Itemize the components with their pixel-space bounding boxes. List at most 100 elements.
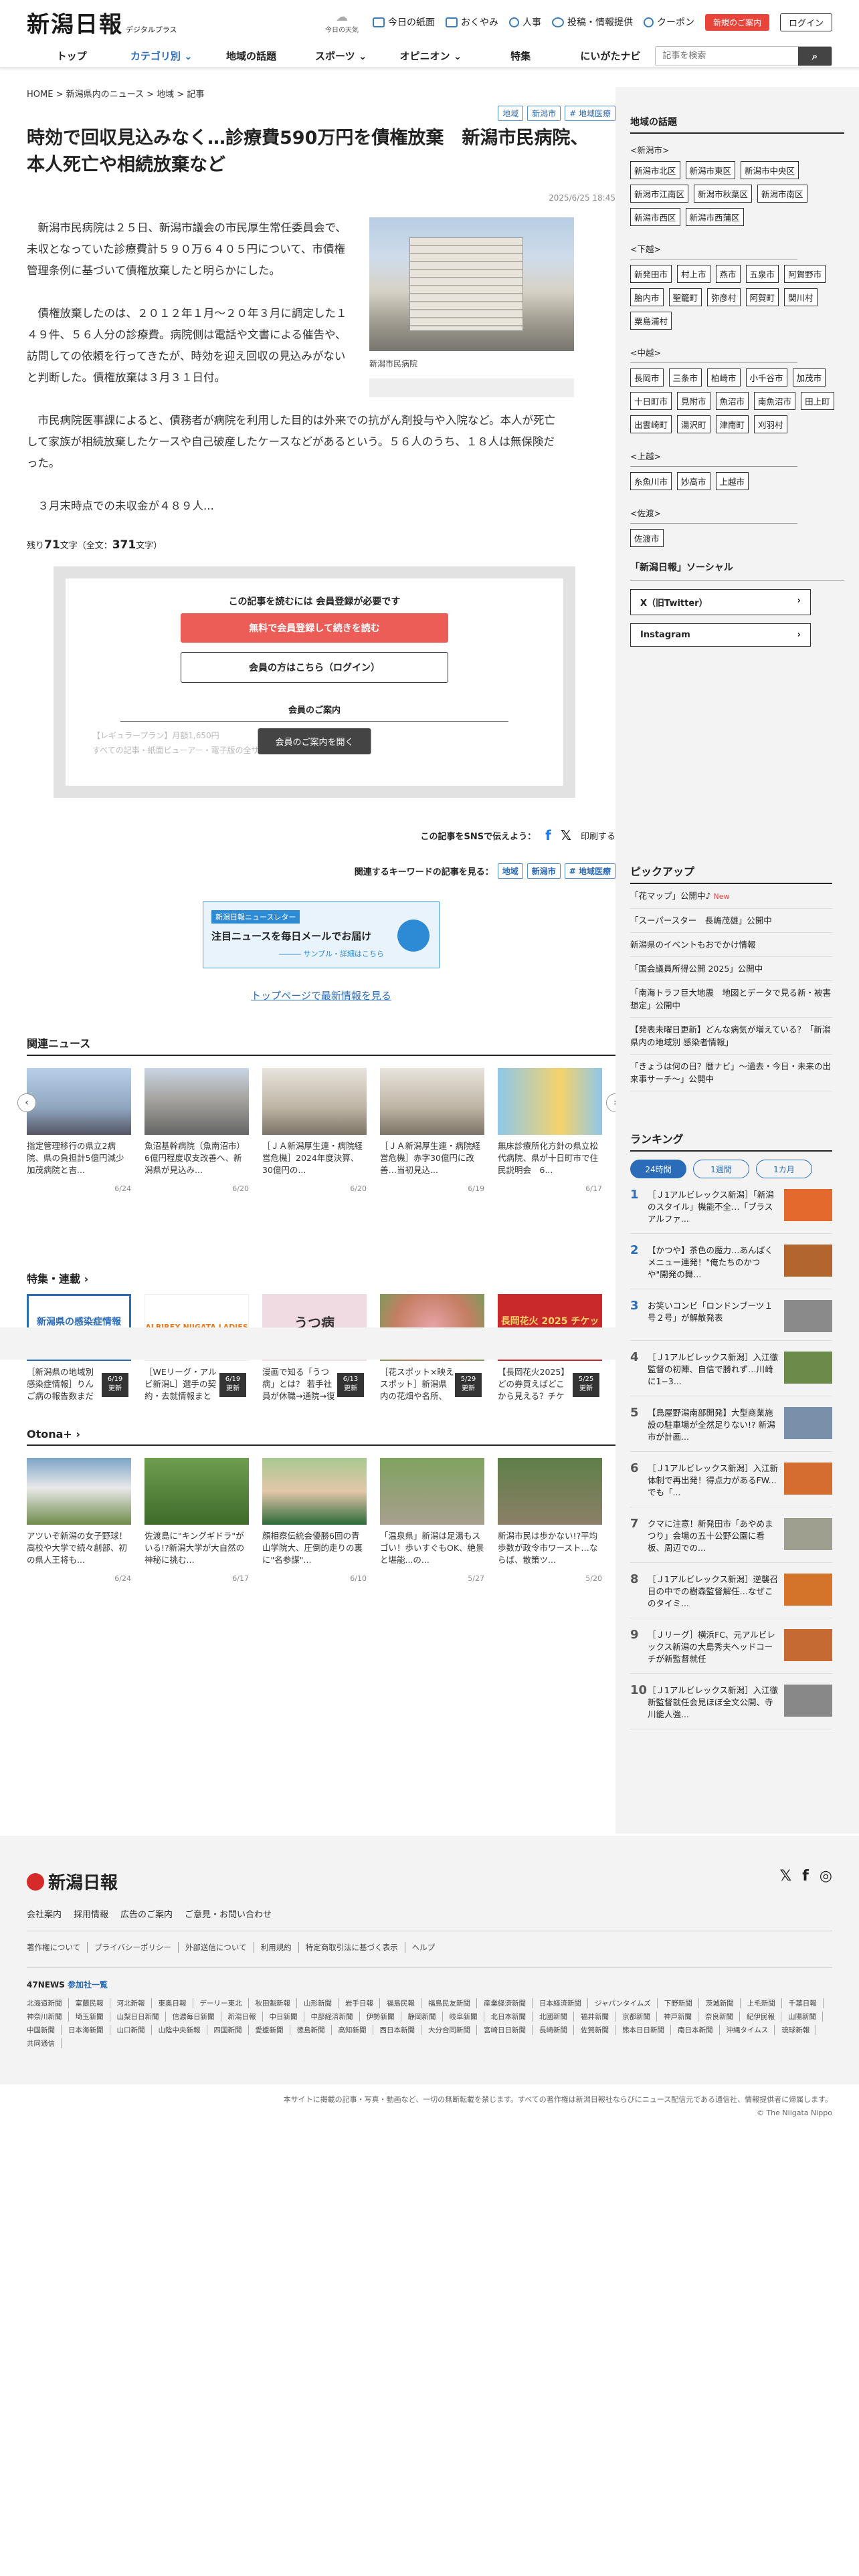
pickup-item[interactable]: 「国会議員所得公開 2025」公開中 [630, 957, 832, 981]
top-page-link[interactable]: トップページで最新情報を見る [27, 988, 615, 1002]
related-card[interactable]: ［ＪＡ新潟厚生連・病院経営危機］赤字30億円に改善…当初見込... 6/19 [380, 1068, 484, 1195]
footer-link[interactable]: 利用規約 [261, 1942, 299, 1953]
paper-link[interactable]: 京都新聞 [622, 2012, 657, 2022]
paper-link[interactable]: ジャパンタイムズ [595, 1998, 658, 2008]
paper-link[interactable]: 山形新聞 [304, 1998, 339, 2008]
nav-opinion[interactable]: オピニオン ⌄ [386, 49, 476, 63]
free-register-button[interactable]: 無料で会員登録して続きを読む [181, 613, 448, 643]
paper-link[interactable]: 熊本日日新聞 [622, 2025, 671, 2035]
footer-link[interactable]: 会社案内 [27, 1907, 62, 1920]
paper-link[interactable]: 西日本新聞 [380, 2025, 421, 2035]
region-chip[interactable]: 弥彦村 [707, 288, 741, 306]
region-chip[interactable]: 刈羽村 [754, 415, 787, 433]
region-chip[interactable]: 出雲崎町 [630, 415, 672, 433]
ranking-item[interactable]: 5 【鳥屋野潟南部開発】大型商業施設の駐車場が全然足りない!? 新潟市が計画... [630, 1407, 832, 1452]
region-chip[interactable]: 見附市 [677, 392, 710, 410]
region-chip[interactable]: 小千谷市 [745, 368, 787, 387]
pickup-item[interactable]: 「スーパースター 長嶋茂雄」公開中 [630, 909, 832, 933]
ranking-item[interactable]: 1 ［Ｊ1アルビレックス新潟］「新潟のスタイル」機能不全…「ブラスアルファ... [630, 1189, 832, 1234]
pickup-item[interactable]: 【発表未曜日更新】どんな病気が増えている？「新潟県内の地域別 感染者情報」 [630, 1018, 832, 1055]
print-link[interactable]: 印刷する [581, 829, 615, 842]
region-chip[interactable]: 柏崎市 [707, 368, 741, 387]
features-heading[interactable]: 特集・連載 › [27, 1270, 615, 1286]
nav-region[interactable]: 地域の話題 [206, 49, 296, 63]
ranking-item[interactable]: 9 ［Ｊリーグ］横浜FC、元アルビレックス新潟の大島秀夫ヘッドコーチが新監督就任 [630, 1629, 832, 1674]
region-chip[interactable]: 阿賀町 [745, 288, 779, 306]
paper-link[interactable]: 埼玉新聞 [76, 2012, 110, 2022]
region-chip[interactable]: 津南町 [715, 415, 749, 433]
paper-link[interactable]: 産業経済新聞 [484, 1998, 533, 2008]
region-chip[interactable]: 村上市 [677, 265, 710, 283]
crumb-home[interactable]: HOME [27, 90, 53, 100]
footer-link[interactable]: 採用情報 [74, 1907, 108, 1920]
paper-link[interactable]: 山口新聞 [117, 2025, 152, 2035]
paper-link[interactable]: 岩手日報 [345, 1998, 380, 2008]
region-chip[interactable]: 新潟市西区 [630, 208, 680, 226]
paper-link[interactable]: 高知新聞 [339, 2025, 373, 2035]
paper-link[interactable]: 愛媛新聞 [256, 2025, 290, 2035]
paper-link[interactable]: 山梨日日新聞 [117, 2012, 166, 2022]
nav-niigata-navi[interactable]: にいがたナビ [565, 49, 655, 63]
paper-link[interactable]: 福島民報 [387, 1998, 421, 2008]
paper-link[interactable]: 長崎新聞 [539, 2025, 574, 2035]
kw-region[interactable]: 地域 [497, 863, 523, 879]
nav-feature[interactable]: 特集 [476, 49, 565, 63]
participants-link[interactable]: 参加社一覧 [68, 1980, 108, 1990]
paper-link[interactable]: 秋田魁新報 [256, 1998, 297, 2008]
otona-card[interactable]: 顔相察伝統会優勝6回の青山学院大、圧倒的走りの裏に"名参謀"... 6/10 [262, 1458, 367, 1585]
region-chip[interactable]: 阿賀野市 [784, 265, 826, 283]
paper-link[interactable]: 共同通信 [27, 2038, 62, 2048]
tab-1month[interactable]: 1カ月 [756, 1160, 812, 1178]
region-chip[interactable]: 新潟市南区 [757, 185, 807, 203]
paper-link[interactable]: 静岡新聞 [408, 2012, 443, 2022]
footer-logo[interactable]: 新潟日報 [27, 1869, 832, 1894]
paper-link[interactable]: 紀伊民報 [747, 2012, 781, 2022]
login-button[interactable]: ログイン [779, 13, 832, 31]
paper-link[interactable]: 室蘭民報 [76, 1998, 110, 2008]
x-twitter-button[interactable]: X（旧Twitter） › [630, 589, 811, 615]
search-icon[interactable]: ⌕ [798, 46, 832, 66]
crumb-region[interactable]: 地域 [157, 90, 174, 100]
instagram-icon[interactable]: ◎ [820, 1868, 832, 1885]
region-chip[interactable]: 新潟市北区 [630, 161, 680, 179]
paper-link[interactable]: 北海道新聞 [27, 1998, 69, 2008]
footer-link[interactable]: ご意見・お問い合わせ [185, 1907, 272, 1920]
paper-link[interactable]: 伊勢新聞 [367, 2012, 401, 2022]
paper-link[interactable]: デーリー東北 [200, 1998, 249, 2008]
paper-link[interactable]: 中国新聞 [27, 2025, 62, 2035]
tab-24h[interactable]: 24時間 [630, 1160, 686, 1178]
member-login-button[interactable]: 会員の方はこちら（ログイン） [181, 652, 448, 683]
otona-card[interactable]: 「温泉県」新潟は足湯もスゴい！歩いすぐもOK、絶景と堪能...の... 5/27 [380, 1458, 484, 1585]
region-chip[interactable]: 燕市 [715, 265, 741, 283]
ranking-item[interactable]: 7 クマに注意！新発田市「あやめまつり」会場の五十公野公園に看板、周辺での... [630, 1518, 832, 1563]
otona-card[interactable]: 新潟市民は歩かない!?平均歩数が政令市ワースト…ならば、散策ツ... 5/20 [498, 1458, 602, 1585]
region-chip[interactable]: 粟島浦村 [630, 312, 672, 330]
search-input[interactable] [656, 46, 798, 66]
pickup-item[interactable]: 新潟県のイベントもおでかけ情報 [630, 933, 832, 957]
ranking-item[interactable]: 3 お笑いコンビ「ロンドンブーツ１号２号」が解散発表 [630, 1300, 832, 1341]
paper-link[interactable]: 神戸新聞 [664, 2012, 698, 2022]
region-chip[interactable]: 南魚沼市 [754, 392, 796, 410]
paper-link[interactable]: 沖縄タイムス [727, 2025, 775, 2035]
kw-medical[interactable]: # 地域医療 [564, 863, 615, 879]
otona-card[interactable]: アツいぞ新潟の女子野球！高校や大学で続々創部、初の県人王将も... 6/24 [27, 1458, 131, 1585]
footer-link[interactable]: 著作権について [27, 1942, 88, 1953]
nav-category[interactable]: カテゴリ別 ⌄ [116, 49, 206, 63]
header-link-coupon[interactable]: クーポン [643, 15, 694, 29]
region-chip[interactable]: 新潟市中央区 [741, 161, 799, 179]
facebook-icon[interactable]: f [545, 827, 551, 843]
header-link-personnel[interactable]: 人事 [508, 15, 541, 29]
paper-link[interactable]: 東奥日報 [159, 1998, 193, 2008]
kw-niigata-city[interactable]: 新潟市 [527, 863, 561, 879]
otona-card[interactable]: 佐渡島に"キングギドラ"がいる!?新潟大学が大自然の神秘に挑む... 6/17 [145, 1458, 249, 1585]
related-card[interactable]: 魚沼基幹病院（魚南沼市）6億円程度収支改善へ、新潟県が見込み... 6/20 [145, 1068, 249, 1195]
ranking-item[interactable]: 8 ［Ｊ1アルビレックス新潟］逆襲召日の中での樹森監督解任…なぜこのタイミ... [630, 1574, 832, 1618]
weather-widget[interactable]: ☁ 今日の天気 [322, 10, 362, 34]
related-card[interactable]: ［ＪＡ新潟厚生連・病院経営危機］2024年度決算、30億円の... 6/20 [262, 1068, 367, 1195]
open-guide-button[interactable]: 会員のご案内を開く [258, 728, 371, 754]
paper-link[interactable]: 新潟日報 [228, 2012, 263, 2022]
region-chip[interactable]: 長岡市 [630, 368, 664, 387]
paper-link[interactable]: 北日本新聞 [491, 2012, 533, 2022]
footer-link[interactable]: 外部送信について [185, 1942, 254, 1953]
register-button[interactable]: 新規のご案内 [704, 13, 769, 31]
